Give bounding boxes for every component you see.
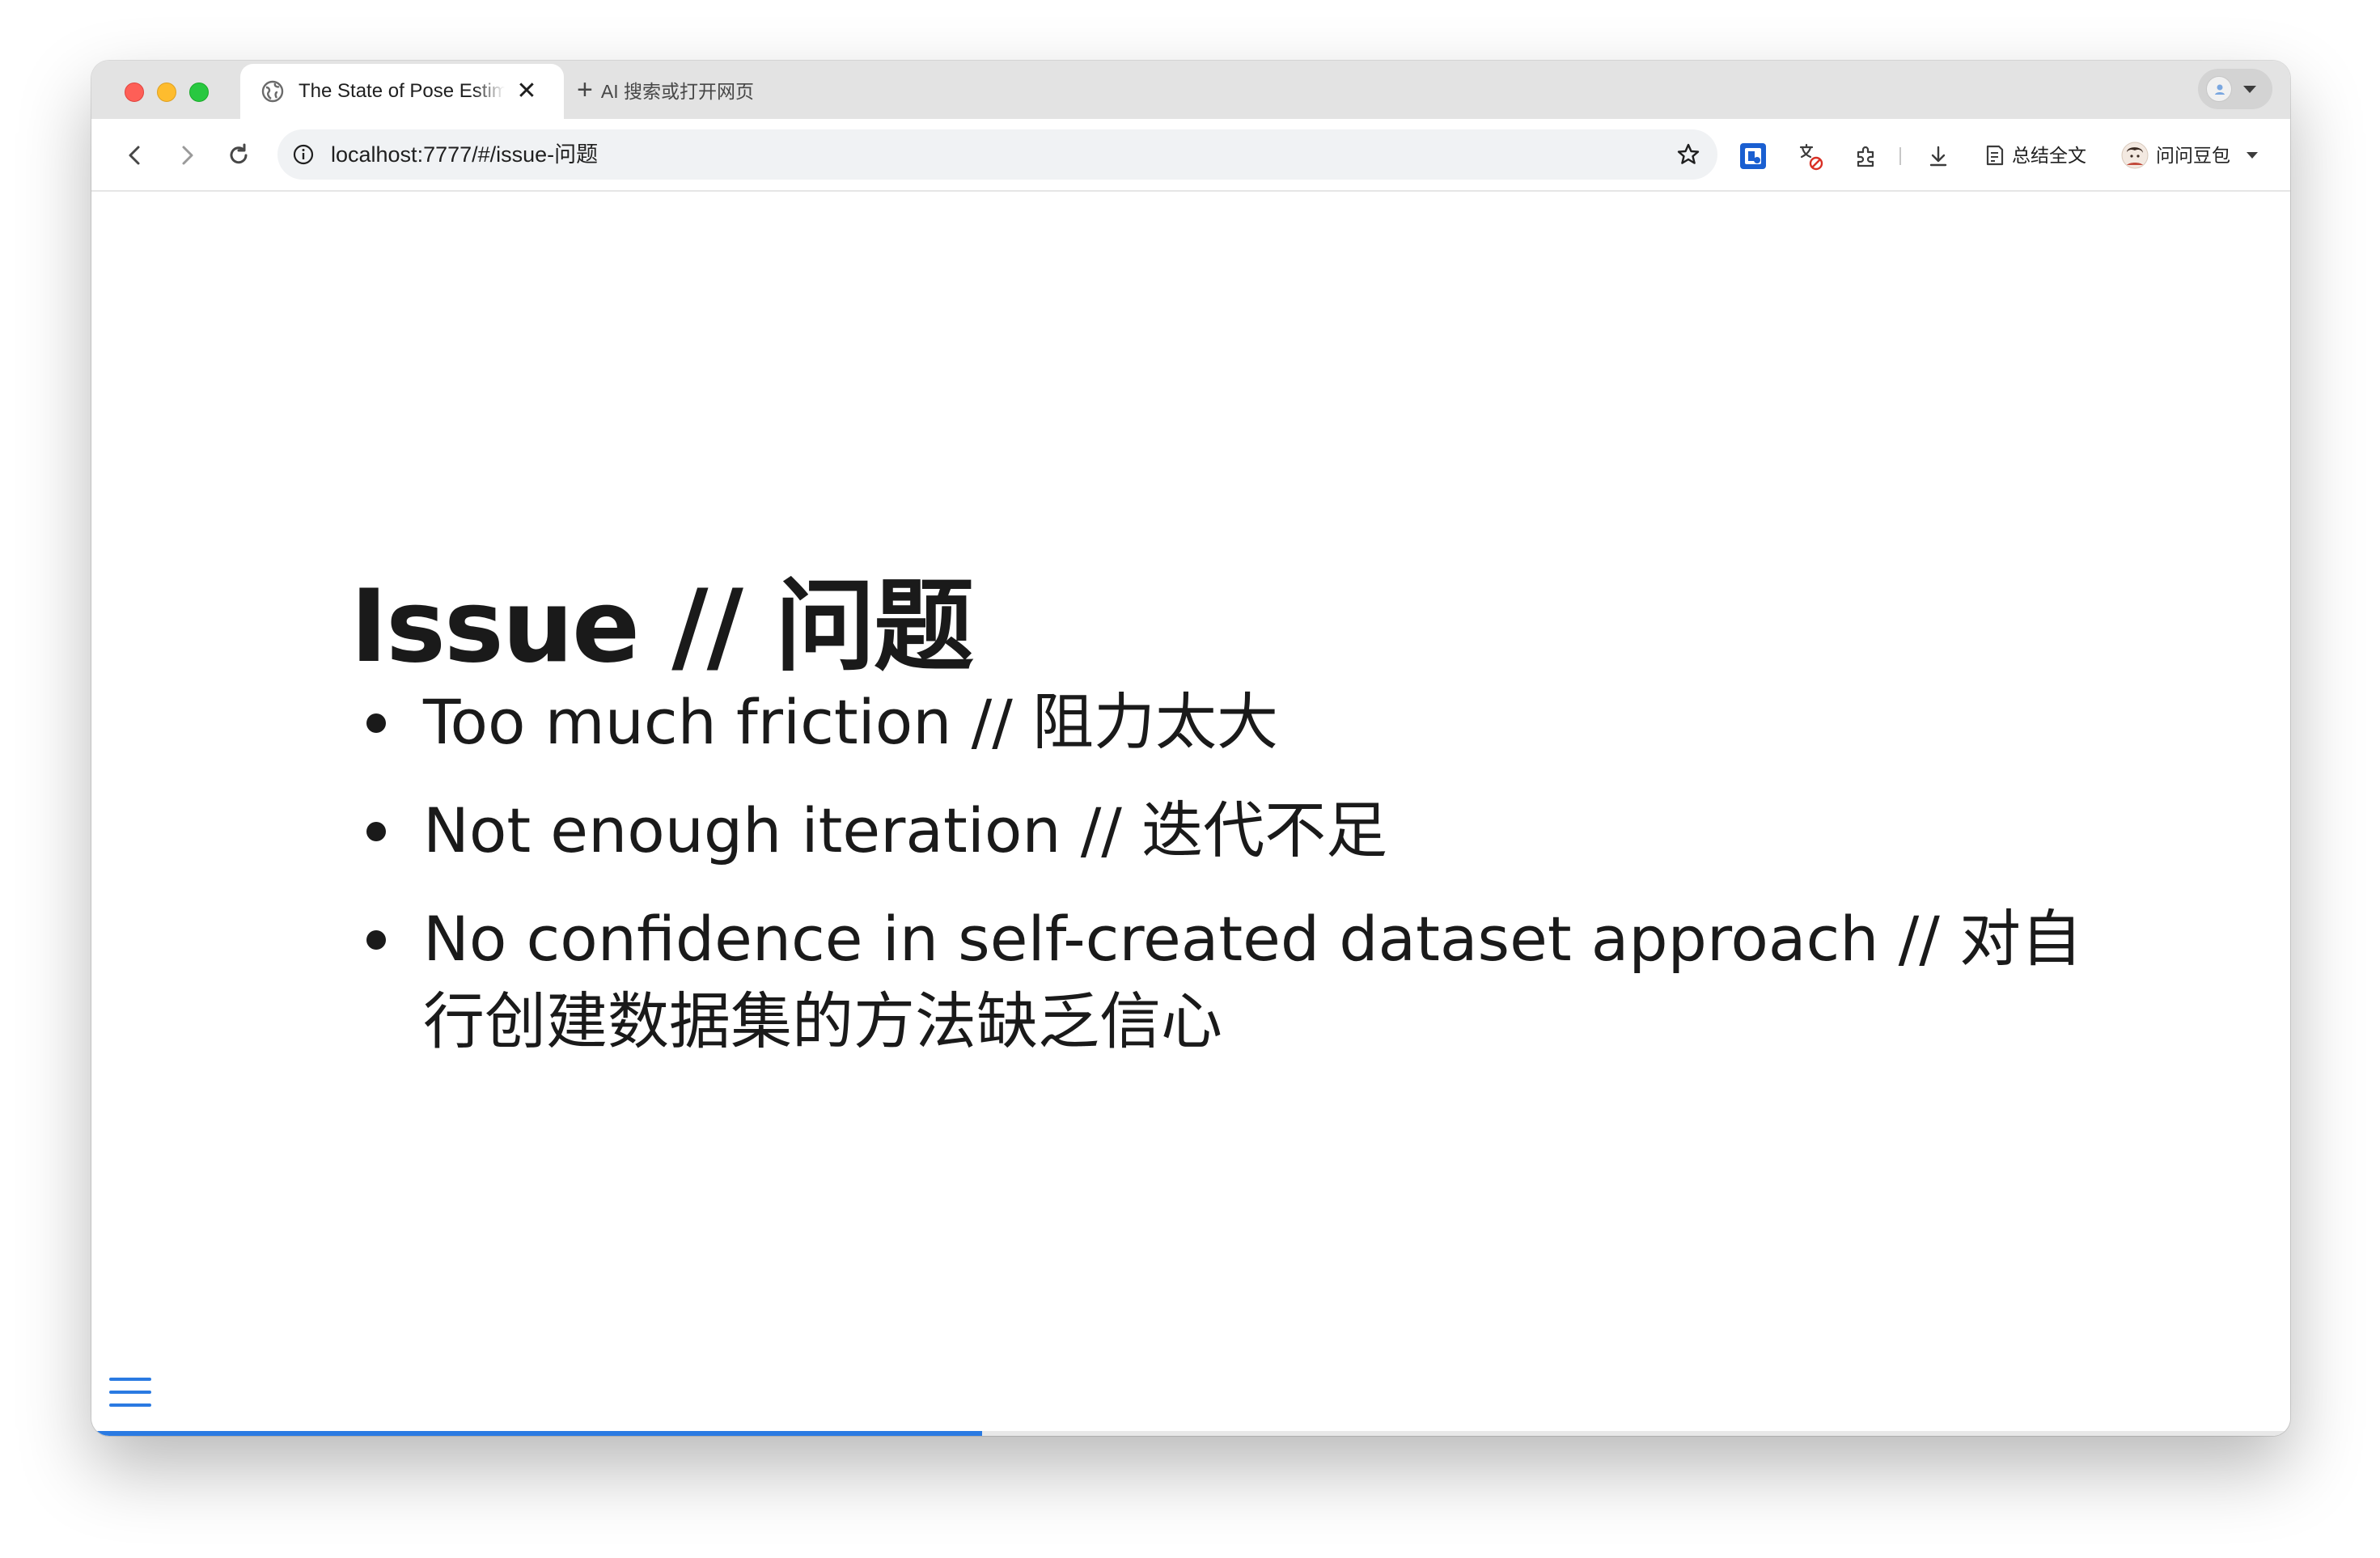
browser-window: The State of Pose Estimation ✕ + AI 搜索或打… bbox=[91, 61, 2290, 1436]
profile-menu-button[interactable] bbox=[2198, 69, 2272, 109]
bullet-item: Not enough iteration // 迭代不足 bbox=[366, 790, 2130, 872]
summarize-label: 总结全文 bbox=[2012, 145, 2086, 166]
hamburger-menu-icon[interactable] bbox=[108, 1373, 153, 1412]
bullet-item: No confidence in self-created dataset ap… bbox=[366, 898, 2130, 1063]
globe-icon bbox=[261, 80, 284, 103]
extension-translate-blue-icon[interactable] bbox=[1738, 141, 1768, 171]
tab-active[interactable]: The State of Pose Estimation ✕ bbox=[240, 64, 564, 119]
close-window-button[interactable] bbox=[125, 83, 144, 102]
document-summary-icon bbox=[1986, 145, 2004, 166]
profile-icon bbox=[2206, 76, 2232, 102]
toolbar-divider bbox=[1899, 147, 1901, 165]
slide-bullet-list: Too much friction // 阻力太大 Not enough ite… bbox=[366, 681, 2130, 1089]
slide-viewport: Issue // 问题 Too much friction // 阻力太大 No… bbox=[91, 192, 2290, 1436]
bullet-item: Too much friction // 阻力太大 bbox=[366, 681, 2130, 764]
new-tab-button[interactable]: + AI 搜索或打开网页 bbox=[577, 61, 754, 119]
back-icon[interactable] bbox=[119, 139, 151, 171]
maximize-window-button[interactable] bbox=[189, 83, 209, 102]
reload-icon[interactable] bbox=[222, 139, 255, 171]
chevron-down-icon bbox=[2243, 86, 2256, 93]
summarize-button[interactable]: 总结全文 bbox=[1983, 119, 2086, 192]
tab-title: The State of Pose Estimation bbox=[299, 80, 505, 102]
url-text[interactable]: localhost:7777/#/issue-问题 bbox=[331, 129, 598, 180]
tab-strip: The State of Pose Estimation ✕ + AI 搜索或打… bbox=[91, 61, 2290, 119]
person-icon bbox=[2215, 84, 2225, 95]
address-bar[interactable]: localhost:7777/#/issue-问题 bbox=[277, 129, 1717, 180]
bookmark-star-icon[interactable] bbox=[1675, 142, 1701, 167]
minimize-window-button[interactable] bbox=[157, 83, 176, 102]
doubao-assistant-button[interactable]: 问问豆包 bbox=[2120, 119, 2258, 192]
new-tab-label: AI 搜索或打开网页 bbox=[600, 81, 754, 102]
plus-icon: + bbox=[577, 74, 593, 105]
close-tab-icon[interactable]: ✕ bbox=[514, 78, 540, 104]
download-icon[interactable] bbox=[1923, 141, 1954, 171]
extensions-puzzle-icon[interactable] bbox=[1851, 141, 1882, 171]
forward-icon[interactable] bbox=[171, 139, 203, 171]
doubao-label: 问问豆包 bbox=[2156, 145, 2230, 166]
chevron-down-icon bbox=[2247, 152, 2258, 159]
info-icon[interactable] bbox=[292, 143, 315, 166]
slide-progress-fill bbox=[91, 1431, 982, 1436]
slide-progress-bar bbox=[91, 1431, 2290, 1436]
browser-toolbar: localhost:7777/#/issue-问题 总结全文 问问豆包 bbox=[91, 119, 2290, 192]
translate-off-icon[interactable] bbox=[1794, 141, 1825, 171]
doubao-avatar-icon bbox=[2121, 142, 2149, 169]
slide-title: Issue // 问题 bbox=[350, 569, 974, 685]
